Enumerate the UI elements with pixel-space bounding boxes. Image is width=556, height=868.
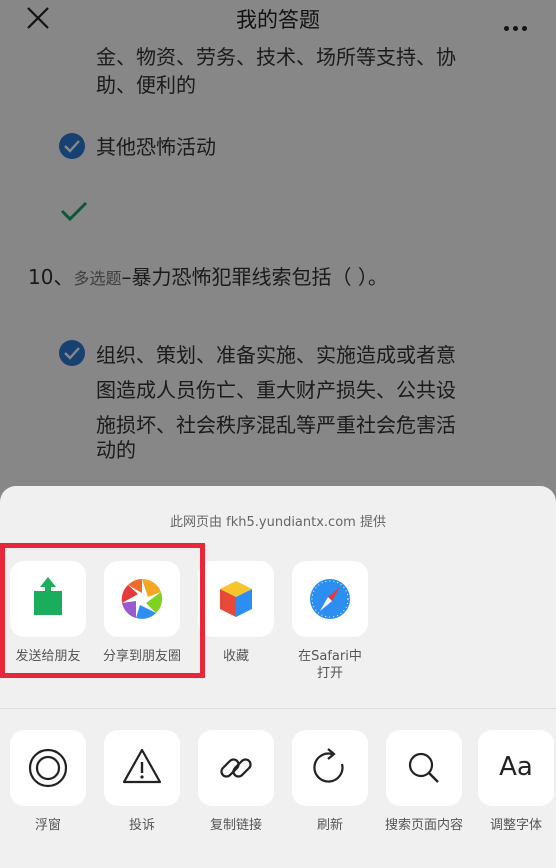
search-page-button[interactable]	[386, 730, 462, 806]
link-icon	[220, 758, 252, 778]
refresh-button[interactable]	[292, 730, 368, 806]
adjust-font-button[interactable]: Aa	[478, 730, 554, 806]
refresh-icon	[313, 748, 344, 783]
float-window-label: 浮窗	[34, 818, 61, 833]
search-page-label: 搜索页面内容	[384, 818, 463, 833]
float-window-icon	[28, 748, 68, 788]
safari-label-line1: 在Safari中	[298, 649, 362, 664]
search-icon	[408, 752, 439, 783]
provider-text: 此网页由 fkh5.yundiantx.com 提供	[170, 515, 386, 530]
favorite-button[interactable]	[198, 561, 274, 637]
safari-label-line2: 打开	[316, 666, 343, 681]
open-in-safari-label: 在Safari中 打开	[280, 648, 380, 682]
complain-label: 投诉	[128, 818, 155, 833]
font-size-icon: Aa	[499, 752, 533, 782]
copy-link-label: 复制链接	[209, 818, 262, 833]
float-window-button[interactable]	[10, 730, 86, 806]
open-in-safari-button[interactable]	[292, 561, 368, 637]
highlight-annotation	[0, 543, 205, 678]
section-divider	[0, 708, 556, 709]
complain-button[interactable]	[104, 730, 180, 806]
safari-compass-icon	[310, 579, 350, 619]
refresh-label: 刷新	[316, 818, 343, 833]
copy-link-button[interactable]	[198, 730, 274, 806]
adjust-font-label: 调整字体	[489, 818, 542, 833]
warning-icon	[122, 748, 162, 784]
favorite-cube-icon	[220, 581, 252, 617]
